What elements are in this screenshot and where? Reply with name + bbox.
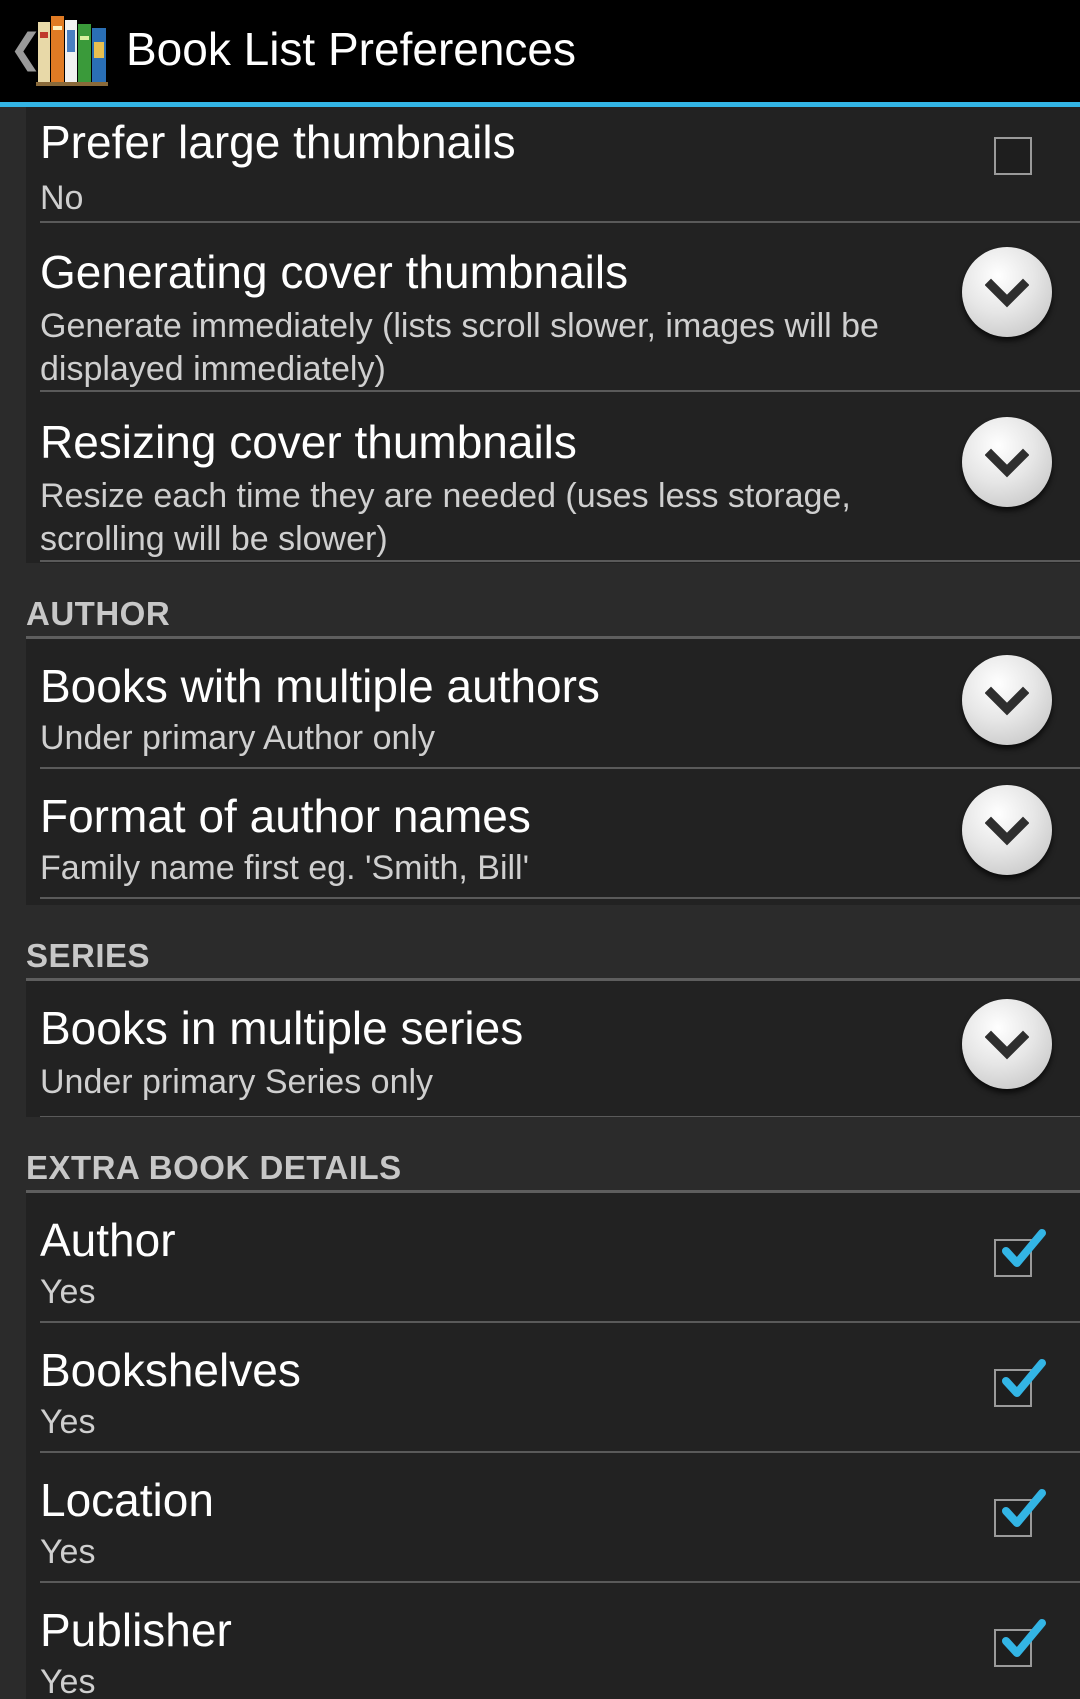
check-icon bbox=[1002, 1229, 1046, 1267]
divider bbox=[40, 221, 1080, 223]
item-title: Bookshelves bbox=[40, 1344, 301, 1396]
item-title: Generating cover thumbnails bbox=[40, 246, 629, 298]
thumbnails-group: Prefer large thumbnails No Generating co… bbox=[26, 107, 1080, 563]
item-title: Format of author names bbox=[40, 790, 531, 842]
section-label: EXTRA BOOK DETAILS bbox=[26, 1149, 402, 1186]
item-summary: Under primary Author only bbox=[40, 719, 435, 757]
author-name-format-dropdown-button[interactable] bbox=[962, 785, 1052, 875]
item-title: Books in multiple series bbox=[40, 1002, 524, 1054]
prefer-large-thumbnails-checkbox[interactable] bbox=[994, 137, 1032, 175]
extra-location-checkbox[interactable] bbox=[994, 1489, 1046, 1537]
item-summary: No bbox=[40, 179, 84, 217]
item-summary: Yes bbox=[40, 1403, 96, 1441]
item-title: Author bbox=[40, 1214, 176, 1266]
extra-publisher-checkbox[interactable] bbox=[994, 1619, 1046, 1667]
check-icon bbox=[1002, 1359, 1046, 1397]
section-header-extra-book-details: EXTRA BOOK DETAILS bbox=[26, 1117, 1080, 1193]
divider bbox=[40, 560, 1080, 562]
generating-cover-thumbnails-item[interactable]: Generating cover thumbnails Generate imm… bbox=[26, 225, 1080, 395]
item-title: Location bbox=[40, 1474, 214, 1526]
item-summary: Yes bbox=[40, 1533, 96, 1571]
series-group: Books in multiple series Under primary S… bbox=[26, 981, 1080, 1118]
item-title: Publisher bbox=[40, 1604, 232, 1656]
chevron-down-icon bbox=[985, 1030, 1029, 1060]
chevron-down-icon bbox=[985, 448, 1029, 478]
item-summary: Under primary Series only bbox=[40, 1063, 434, 1101]
item-summary: Yes bbox=[40, 1663, 96, 1699]
chevron-down-icon bbox=[985, 278, 1029, 308]
item-summary: Family name first eg. 'Smith, Bill' bbox=[40, 849, 530, 887]
check-icon bbox=[1002, 1619, 1046, 1657]
section-header-series: SERIES bbox=[26, 905, 1080, 981]
books-with-multiple-authors-item[interactable]: Books with multiple authors Under primar… bbox=[26, 639, 1080, 769]
extra-bookshelves-checkbox[interactable] bbox=[994, 1359, 1046, 1407]
generating-dropdown-button[interactable] bbox=[962, 247, 1052, 337]
multiple-authors-dropdown-button[interactable] bbox=[962, 655, 1052, 745]
multiple-series-dropdown-button[interactable] bbox=[962, 999, 1052, 1089]
resizing-dropdown-button[interactable] bbox=[962, 417, 1052, 507]
extra-author-checkbox[interactable] bbox=[994, 1229, 1046, 1277]
author-group: Books with multiple authors Under primar… bbox=[26, 639, 1080, 907]
format-of-author-names-item[interactable]: Format of author names Family name first… bbox=[26, 769, 1080, 899]
action-bar: ❮ Book List Preferences bbox=[0, 0, 1080, 107]
divider bbox=[40, 897, 1080, 899]
item-summary: Yes bbox=[40, 1273, 96, 1311]
chevron-down-icon bbox=[985, 816, 1029, 846]
item-summary: Generate immediately (lists scroll slowe… bbox=[40, 307, 879, 388]
extra-author-item[interactable]: Author Yes bbox=[26, 1193, 1080, 1323]
preferences-list[interactable]: Prefer large thumbnails No Generating co… bbox=[0, 107, 1080, 1699]
prefer-large-thumbnails-item[interactable]: Prefer large thumbnails No bbox=[26, 107, 1080, 225]
extra-bookshelves-item[interactable]: Bookshelves Yes bbox=[26, 1323, 1080, 1453]
resizing-cover-thumbnails-item[interactable]: Resizing cover thumbnails Resize each ti… bbox=[26, 395, 1080, 565]
books-in-multiple-series-item[interactable]: Books in multiple series Under primary S… bbox=[26, 981, 1080, 1118]
section-header-author: AUTHOR bbox=[26, 563, 1080, 639]
item-title: Books with multiple authors bbox=[40, 660, 600, 712]
check-icon bbox=[1002, 1489, 1046, 1527]
item-title: Resizing cover thumbnails bbox=[40, 416, 577, 468]
divider bbox=[40, 390, 1080, 392]
item-summary: Resize each time they are needed (uses l… bbox=[40, 477, 851, 558]
extra-book-details-group: Author Yes Bookshelves Yes Location Yes … bbox=[26, 1193, 1080, 1699]
extra-publisher-item[interactable]: Publisher Yes bbox=[26, 1583, 1080, 1699]
section-label: SERIES bbox=[26, 937, 151, 974]
chevron-down-icon bbox=[985, 686, 1029, 716]
section-label: AUTHOR bbox=[26, 595, 171, 632]
extra-location-item[interactable]: Location Yes bbox=[26, 1453, 1080, 1583]
bookshelf-icon[interactable] bbox=[34, 12, 110, 88]
page-title: Book List Preferences bbox=[126, 23, 577, 75]
item-title: Prefer large thumbnails bbox=[40, 116, 516, 168]
